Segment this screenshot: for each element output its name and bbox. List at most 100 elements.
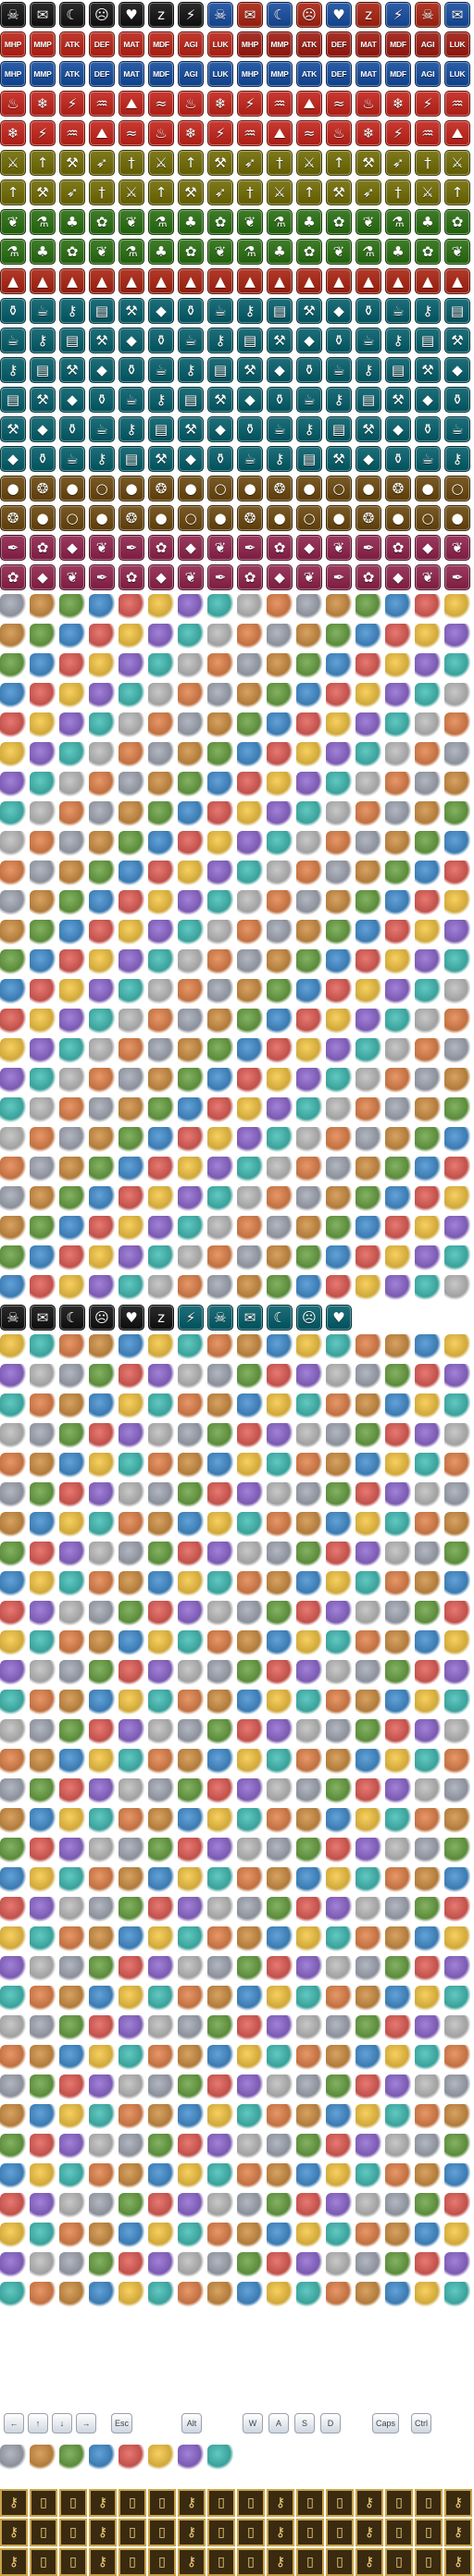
crystal-icon-glyph: ◆ xyxy=(422,539,433,556)
weapon-icon xyxy=(415,1956,441,1982)
door-glyph: ⚷ xyxy=(8,2555,19,2570)
bottle-icon-glyph: ⚱ xyxy=(303,361,316,378)
icon-row xyxy=(0,1184,474,1214)
gem-icon: ◆ xyxy=(207,416,233,442)
stat-mdf-icon: MDF xyxy=(385,61,411,87)
egg-icon: ○ xyxy=(89,476,115,502)
earth-icon: ⛰ xyxy=(118,91,144,117)
door-tile-icon: ▯ xyxy=(30,2489,57,2517)
food-icon xyxy=(118,2445,144,2471)
water-icon-glyph: ♒ xyxy=(421,124,434,142)
shield-up-icon: ▲ xyxy=(326,268,352,294)
gem-icon xyxy=(118,1838,144,1864)
stat-mhp-icon: MHP xyxy=(0,61,26,87)
crate-icon xyxy=(444,594,470,620)
icon-row xyxy=(0,1865,474,1895)
thunder-icon-glyph: ⚡ xyxy=(215,124,226,142)
sword-up-icon-glyph: ▲ xyxy=(363,272,374,290)
food-icon xyxy=(89,1038,115,1064)
potion-icon xyxy=(207,1926,233,1952)
bow-icon: ➶ xyxy=(237,150,263,176)
key-icon-glyph: ⚷ xyxy=(67,302,78,319)
tool-icon xyxy=(356,683,381,709)
potion-icon xyxy=(0,1542,26,1567)
plant-icon xyxy=(296,2163,322,2189)
gem-icon: ◆ xyxy=(237,387,263,413)
food-icon xyxy=(356,831,381,857)
potion-icon xyxy=(356,772,381,798)
clover-icon: ♣ xyxy=(385,239,411,265)
gem-icon xyxy=(326,1334,352,1360)
plant-icon xyxy=(237,1334,263,1360)
icon-row xyxy=(0,2191,474,2221)
potion-icon xyxy=(356,1068,381,1094)
door-glyph: ⚷ xyxy=(8,2496,19,2510)
plant-icon xyxy=(148,831,174,857)
plant-icon xyxy=(148,2015,174,2041)
icon-row: ⚒ ◆ ⚱ ☕ ⚷ ▤ ⚒ ◆ ⚱ ☕ ⚷ ▤ ⚒ ◆ ⚱ ☕ xyxy=(0,415,474,444)
bread-icon-glyph: ● xyxy=(451,509,464,526)
food-icon: ☕ xyxy=(0,328,26,353)
door-glyph: ▯ xyxy=(129,2555,136,2570)
food-icon xyxy=(415,1482,441,1508)
gem-icon-glyph: ◆ xyxy=(452,361,463,378)
plant-icon xyxy=(385,1778,411,1804)
plant-icon xyxy=(296,1571,322,1597)
sword-up-icon-glyph: ▲ xyxy=(7,272,19,290)
bow-icon-glyph: ➶ xyxy=(214,183,227,201)
potion-icon xyxy=(444,1097,470,1123)
flower-icon-glyph: ✿ xyxy=(451,213,464,230)
potion-icon xyxy=(296,1838,322,1864)
armor-icon xyxy=(89,949,115,975)
plant-icon xyxy=(207,949,233,975)
tool-icon-glyph: ⚒ xyxy=(273,331,286,349)
dagger-icon-glyph: † xyxy=(276,154,283,171)
tool-icon-glyph: ⚒ xyxy=(243,361,256,378)
potion-icon xyxy=(237,1897,263,1923)
potion-icon xyxy=(237,1601,263,1627)
door-tile-icon: ▯ xyxy=(385,2519,413,2546)
plant-icon xyxy=(0,2163,26,2189)
scroll-icon xyxy=(148,1571,174,1597)
armor-icon xyxy=(267,712,293,738)
door-tile-icon: ▯ xyxy=(415,2519,443,2546)
plant-icon xyxy=(415,2045,441,2071)
plant-icon xyxy=(237,861,263,886)
tool-icon xyxy=(0,1749,26,1775)
door-tile-icon: ▯ xyxy=(237,2548,265,2576)
armor-icon xyxy=(30,1482,56,1508)
scroll-icon xyxy=(326,1690,352,1715)
gem-icon: ◆ xyxy=(59,387,85,413)
fruit-icon: ● xyxy=(296,476,322,502)
armor-icon xyxy=(148,1956,174,1982)
crate-icon xyxy=(237,1393,263,1419)
icon-row xyxy=(0,1954,474,1984)
food-icon xyxy=(148,1157,174,1183)
crate-icon xyxy=(0,742,26,768)
crate-icon xyxy=(237,1216,263,1242)
orb-icon xyxy=(326,1956,352,1982)
tool-icon xyxy=(59,979,85,1005)
food-icon-glyph: ☕ xyxy=(362,331,375,349)
tool-icon xyxy=(267,1778,293,1804)
tool-icon xyxy=(326,2015,352,2041)
icon-row: ◆ ⚱ ☕ ⚷ ▤ ⚒ ◆ ⚱ ☕ ⚷ ▤ ⚒ ◆ ⚱ ☕ ⚷ xyxy=(0,444,474,474)
crate-icon xyxy=(444,890,470,916)
tool-icon-glyph: ⚒ xyxy=(184,420,197,438)
potion-icon xyxy=(385,2045,411,2071)
door-glyph: ▯ xyxy=(218,2525,225,2540)
egg-icon: ○ xyxy=(296,505,322,531)
flower-icon: ✿ xyxy=(148,535,174,561)
door-glyph: ▯ xyxy=(218,2555,225,2570)
tool-icon xyxy=(415,1630,441,1656)
frown-icon: ☹ xyxy=(89,2,115,28)
potion-icon-glyph: ⚗ xyxy=(155,213,168,230)
plant-icon xyxy=(118,624,144,650)
water-icon-glyph: ♒ xyxy=(451,94,464,112)
food-icon: ☕ xyxy=(59,446,85,472)
egg-icon-glyph: ○ xyxy=(214,479,227,497)
stat-luk-icon: LUK xyxy=(207,31,233,57)
fruit-icon: ● xyxy=(267,505,293,531)
orb-icon xyxy=(267,1719,293,1745)
crate-icon xyxy=(444,1778,470,1804)
